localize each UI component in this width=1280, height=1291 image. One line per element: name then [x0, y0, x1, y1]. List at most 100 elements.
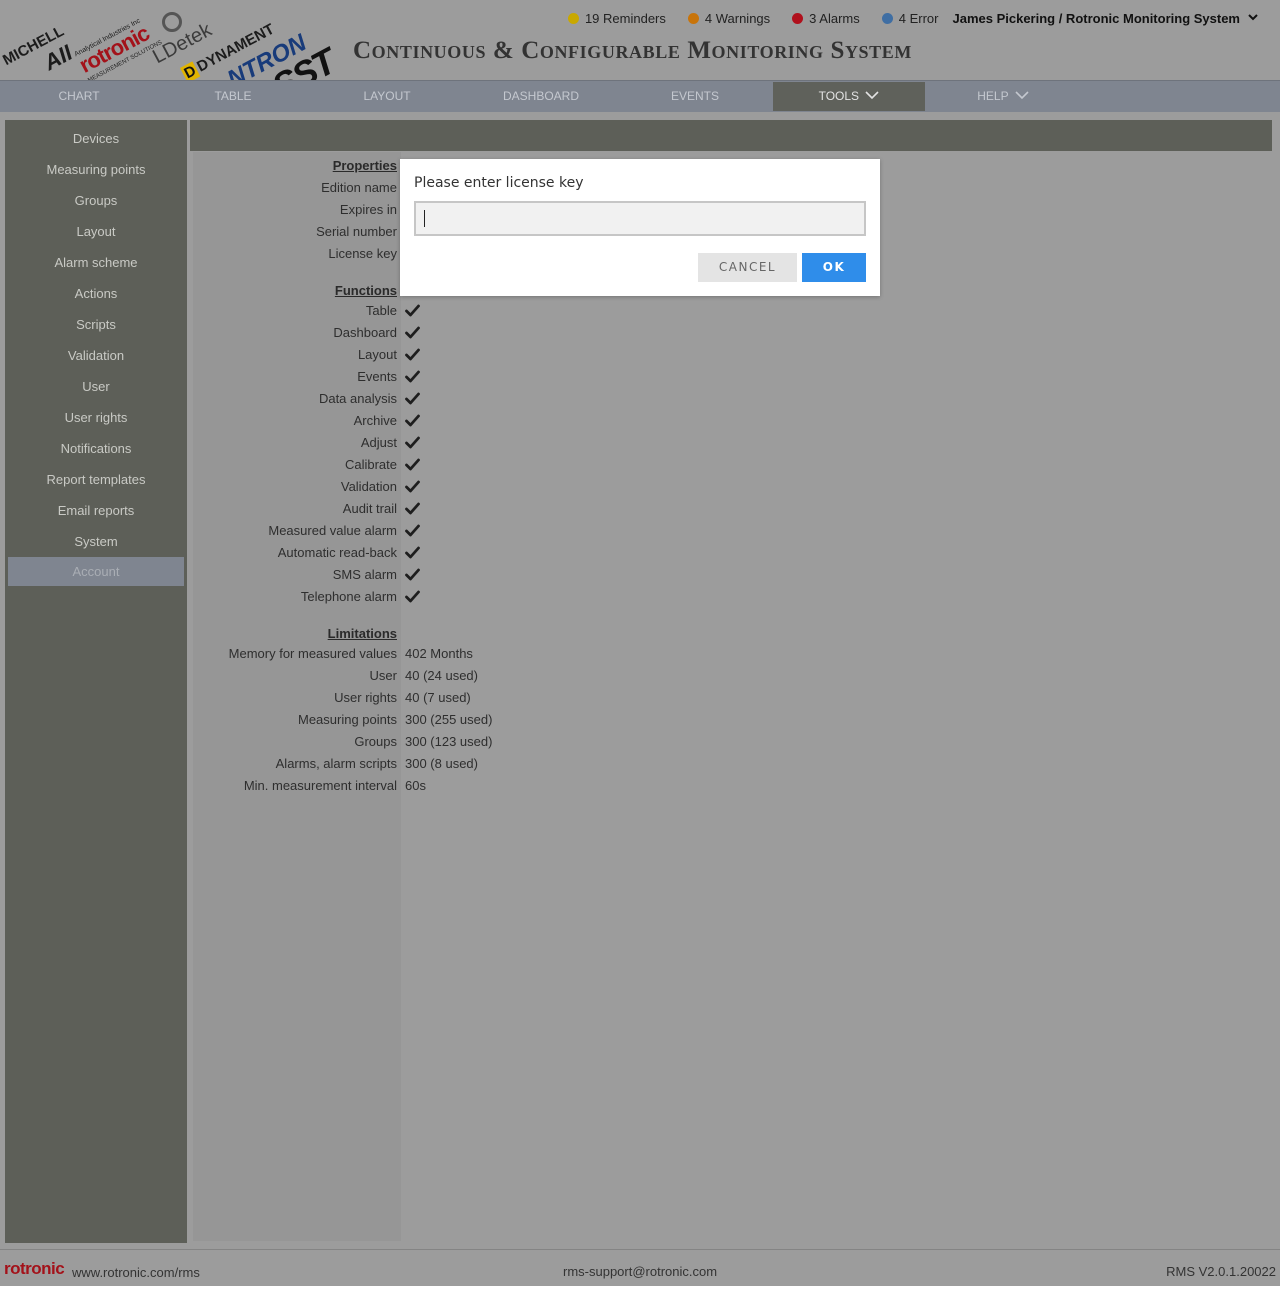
- function-layout-label: Layout: [357, 347, 397, 362]
- reminders-dot-icon: [567, 12, 579, 24]
- sidebar-item-scripts[interactable]: Scripts: [8, 310, 184, 339]
- app-title: Continuous & Configurable Monitoring Sys…: [353, 37, 912, 64]
- function-measured-value-alarm-label: Measured value alarm: [268, 523, 397, 538]
- chevron-down-icon: [1015, 91, 1029, 100]
- errors-label: 4 Error: [898, 10, 939, 26]
- sidebar-item-user[interactable]: User: [8, 372, 184, 401]
- footer-version: RMS V2.0.1.20022: [1166, 1264, 1276, 1279]
- warnings-label: 4 Warnings: [704, 10, 771, 26]
- edition-name-label: Edition name: [321, 180, 397, 195]
- checkmark-icon: [405, 436, 420, 449]
- checkmark-icon: [405, 326, 420, 339]
- nav-table[interactable]: TABLE: [162, 82, 304, 111]
- nav-tools[interactable]: TOOLS: [773, 82, 925, 111]
- nav-help[interactable]: HELP: [932, 82, 1074, 111]
- sidebar-item-account[interactable]: Account: [8, 557, 184, 586]
- limitation-memory-label: Memory for measured values: [228, 646, 397, 661]
- app-header: MICHELL AIIAnalytical Industries Inc rot…: [0, 0, 1280, 107]
- function-dashboard-label: Dashboard: [333, 325, 397, 340]
- limitation-user-rights-label: User rights: [334, 690, 397, 705]
- reminders-label: 19 Reminders: [584, 10, 666, 26]
- sidebar-item-notifications[interactable]: Notifications: [8, 434, 184, 463]
- function-calibrate-label: Calibrate: [344, 457, 397, 472]
- alarms-label: 3 Alarms: [809, 10, 860, 26]
- sidebar-item-validation[interactable]: Validation: [8, 341, 184, 370]
- content-toolbar: [190, 120, 1272, 151]
- function-archive-label: Archive: [353, 413, 397, 428]
- function-automatic-read-back-label: Automatic read-back: [277, 545, 397, 560]
- sidebar-item-report-templates[interactable]: Report templates: [8, 465, 184, 494]
- function-table-label: Table: [365, 303, 397, 318]
- chevron-down-icon: [865, 91, 879, 100]
- properties-title: Properties: [332, 158, 397, 173]
- footer-rotronic-logo: rotronic: [4, 1259, 65, 1278]
- sidebar-item-measuring-points[interactable]: Measuring points: [8, 155, 184, 184]
- checkmark-icon: [405, 590, 420, 603]
- warnings-dot-icon: [687, 12, 699, 24]
- main-nav: CHART TABLE LAYOUT DASHBOARD EVENTS TOOL…: [0, 80, 1280, 112]
- license-key-input[interactable]: [414, 201, 866, 236]
- chevron-down-icon: [1248, 13, 1258, 24]
- errors-status[interactable]: 4 Error: [881, 10, 939, 26]
- checkmark-icon: [405, 348, 420, 361]
- nav-help-label: HELP: [977, 89, 1009, 103]
- limitation-measuring-points-label: Measuring points: [298, 712, 397, 727]
- expires-in-label: Expires in: [339, 202, 397, 217]
- functions-title: Functions: [334, 283, 397, 298]
- footer-support-email[interactable]: rms-support@rotronic.com: [563, 1264, 717, 1279]
- nav-dashboard-label: DASHBOARD: [502, 89, 579, 103]
- checkmark-icon: [405, 392, 420, 405]
- tools-sidebar: Devices Measuring points Groups Layout A…: [5, 120, 187, 1243]
- limitation-user-label: User: [369, 668, 397, 683]
- checkmark-icon: [405, 502, 420, 515]
- user-name: James Pickering / Rotronic Monitoring Sy…: [952, 10, 1240, 26]
- nav-tools-label: TOOLS: [818, 89, 860, 103]
- checkmark-icon: [405, 304, 420, 317]
- function-audit-trail-label: Audit trail: [342, 501, 397, 516]
- sidebar-item-devices[interactable]: Devices: [8, 124, 184, 153]
- ok-button[interactable]: OK: [802, 253, 866, 282]
- user-menu[interactable]: James Pickering / Rotronic Monitoring Sy…: [952, 11, 1258, 26]
- nav-dashboard[interactable]: DASHBOARD: [470, 82, 612, 111]
- nav-events[interactable]: EVENTS: [624, 82, 766, 111]
- checkmark-icon: [405, 458, 420, 471]
- nav-events-label: EVENTS: [670, 89, 719, 103]
- function-adjust-label: Adjust: [360, 435, 397, 450]
- footer-website-link[interactable]: www.rotronic.com/rms: [72, 1265, 200, 1280]
- function-validation-label: Validation: [340, 479, 397, 494]
- nav-layout-label: LAYOUT: [363, 89, 411, 103]
- checkmark-icon: [405, 414, 420, 427]
- sidebar-item-alarm-scheme[interactable]: Alarm scheme: [8, 248, 184, 277]
- limitations-title: Limitations: [327, 626, 397, 641]
- nav-chart[interactable]: CHART: [8, 82, 150, 111]
- limitation-interval-label: Min. measurement interval: [243, 778, 397, 793]
- nav-table-label: TABLE: [214, 89, 252, 103]
- sidebar-item-groups[interactable]: Groups: [8, 186, 184, 215]
- app-footer: rotronic www.rotronic.com/rms rms-suppor…: [0, 1249, 1280, 1286]
- text-cursor: [424, 210, 425, 227]
- reminders-status[interactable]: 19 Reminders: [567, 10, 666, 26]
- checkmark-icon: [405, 370, 420, 383]
- sidebar-item-actions[interactable]: Actions: [8, 279, 184, 308]
- sidebar-item-system[interactable]: System: [8, 527, 184, 556]
- limitation-alarms-value: 300 (8 used): [405, 756, 478, 771]
- sidebar-item-email-reports[interactable]: Email reports: [8, 496, 184, 525]
- function-telephone-alarm-label: Telephone alarm: [300, 589, 397, 604]
- checkmark-icon: [405, 546, 420, 559]
- function-events-label: Events: [357, 369, 397, 384]
- license-key-label: License key: [328, 246, 397, 261]
- nav-chart-label: CHART: [58, 89, 100, 103]
- sidebar-item-layout[interactable]: Layout: [8, 217, 184, 246]
- limitation-groups-label: Groups: [354, 734, 397, 749]
- alarms-dot-icon: [792, 12, 804, 24]
- limitation-memory-value: 402 Months: [405, 646, 473, 661]
- checkmark-icon: [405, 480, 420, 493]
- limitation-measuring-points-value: 300 (255 used): [405, 712, 493, 727]
- nav-layout[interactable]: LAYOUT: [316, 82, 458, 111]
- function-data-analysis-label: Data analysis: [318, 391, 397, 406]
- cancel-button[interactable]: CANCEL: [698, 253, 797, 282]
- limitation-user-value: 40 (24 used): [405, 668, 478, 683]
- alarms-status[interactable]: 3 Alarms: [792, 11, 860, 26]
- sidebar-item-user-rights[interactable]: User rights: [8, 403, 184, 432]
- warnings-status[interactable]: 4 Warnings: [687, 10, 771, 26]
